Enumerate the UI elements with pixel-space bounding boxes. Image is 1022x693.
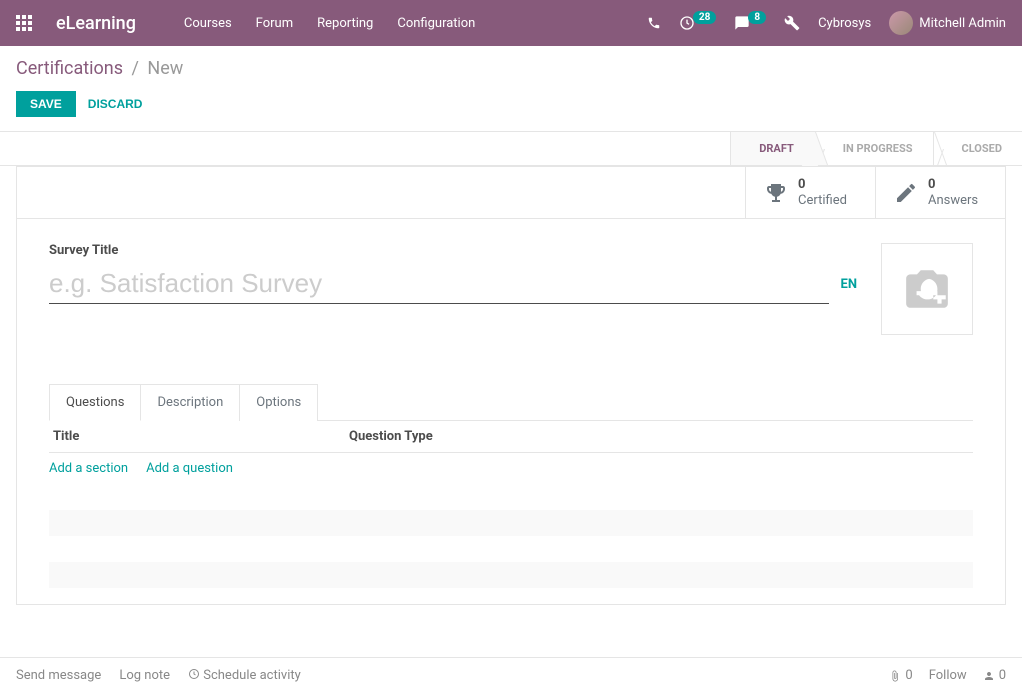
phone-icon[interactable] — [647, 16, 661, 30]
table-empty-rows — [49, 484, 973, 604]
image-uploader[interactable] — [881, 243, 973, 335]
table-actions: Add a section Add a question — [49, 453, 973, 484]
breadcrumb-bar: Certifications / New — [0, 46, 1022, 83]
stat-certified[interactable]: 0 Certified — [745, 167, 875, 218]
tabs-area: Questions Description Options Title Ques… — [17, 359, 1005, 604]
apps-icon[interactable] — [16, 15, 32, 31]
activity-icon[interactable]: 28 — [679, 15, 716, 31]
chatter: Send message Log note Schedule activity … — [0, 657, 1022, 693]
camera-plus-icon — [897, 264, 957, 314]
topbar-right: 28 8 Cybrosys Mitchell Admin — [647, 11, 1006, 35]
tab-options[interactable]: Options — [240, 384, 318, 421]
edit-icon — [894, 181, 918, 205]
nav-reporting[interactable]: Reporting — [317, 16, 373, 31]
stat-certified-count: 0 — [798, 177, 847, 193]
nav-configuration[interactable]: Configuration — [397, 16, 475, 31]
add-section-link[interactable]: Add a section — [49, 461, 128, 476]
tab-description[interactable]: Description — [141, 384, 240, 421]
log-note-button[interactable]: Log note — [119, 668, 170, 683]
survey-title-input[interactable] — [49, 264, 829, 304]
user-name: Mitchell Admin — [919, 16, 1006, 31]
debug-icon[interactable] — [784, 15, 800, 31]
nav-courses[interactable]: Courses — [184, 16, 232, 31]
followers-button[interactable]: 0 — [983, 668, 1006, 683]
survey-title-label: Survey Title — [49, 243, 857, 258]
stat-certified-label: Certified — [798, 193, 847, 209]
follow-button[interactable]: Follow — [929, 668, 967, 683]
tab-content: Title Question Type Add a section Add a … — [49, 420, 973, 604]
stat-answers[interactable]: 0 Answers — [875, 167, 1005, 218]
user-menu[interactable]: Mitchell Admin — [889, 11, 1006, 35]
add-question-link[interactable]: Add a question — [146, 461, 233, 476]
lang-badge[interactable]: EN — [841, 277, 858, 292]
save-button[interactable]: SAVE — [16, 91, 76, 117]
clock-icon — [188, 668, 200, 680]
stat-answers-count: 0 — [928, 177, 978, 193]
action-buttons: SAVE DISCARD — [0, 83, 1022, 131]
person-icon — [983, 670, 995, 682]
trophy-icon — [764, 181, 788, 205]
status-in-progress[interactable]: IN PROGRESS — [814, 132, 933, 165]
paperclip-icon — [889, 670, 901, 682]
attachments-button[interactable]: 0 — [889, 668, 912, 683]
breadcrumb: Certifications / New — [16, 58, 1006, 79]
content-scroll[interactable]: 0 Certified 0 Answers Survey Title EN — [0, 166, 1022, 657]
tab-questions[interactable]: Questions — [49, 384, 141, 421]
status-draft[interactable]: DRAFT — [730, 132, 814, 165]
activity-badge: 28 — [693, 11, 716, 24]
col-title: Title — [49, 429, 349, 444]
col-question-type: Question Type — [349, 429, 973, 444]
form-sheet: 0 Certified 0 Answers Survey Title EN — [16, 166, 1006, 605]
status-closed[interactable]: CLOSED — [933, 132, 1022, 165]
tabs: Questions Description Options — [49, 383, 973, 420]
topbar: eLearning Courses Forum Reporting Config… — [0, 0, 1022, 46]
send-message-button[interactable]: Send message — [16, 668, 101, 683]
schedule-activity-button[interactable]: Schedule activity — [188, 668, 301, 683]
app-brand[interactable]: eLearning — [56, 13, 136, 34]
stat-answers-label: Answers — [928, 193, 978, 209]
sheet-body: Survey Title EN — [17, 219, 1005, 359]
discard-button[interactable]: DISCARD — [84, 91, 147, 117]
chat-badge: 8 — [748, 11, 766, 24]
stat-buttons: 0 Certified 0 Answers — [17, 167, 1005, 219]
nav-forum[interactable]: Forum — [256, 16, 293, 31]
avatar — [889, 11, 913, 35]
table-header: Title Question Type — [49, 421, 973, 453]
main-nav: Courses Forum Reporting Configuration — [184, 16, 475, 31]
breadcrumb-current: New — [147, 58, 183, 79]
company-switcher[interactable]: Cybrosys — [818, 16, 871, 31]
status-bar: DRAFT IN PROGRESS CLOSED — [0, 131, 1022, 166]
chat-icon[interactable]: 8 — [734, 15, 766, 31]
breadcrumb-parent[interactable]: Certifications — [16, 58, 123, 79]
